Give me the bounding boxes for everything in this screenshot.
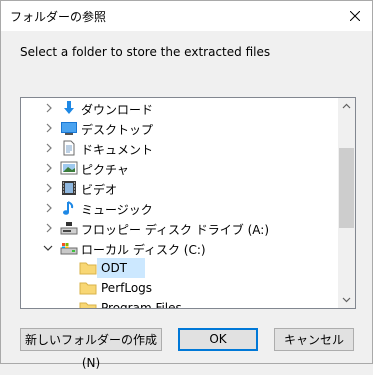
local-disk-icon [60,243,78,255]
documents-icon [63,140,75,156]
cancel-button[interactable]: キャンセル [274,328,354,351]
vertical-scrollbar[interactable] [338,98,355,308]
close-icon [350,11,360,21]
chevron-right-icon[interactable] [44,103,54,113]
folder-icon [79,262,97,275]
scroll-down-button[interactable] [338,291,355,308]
scrollbar-thumb[interactable] [339,148,354,228]
tree-item-floppy-drive[interactable]: フロッピー ディスク ドライブ (A:) [21,218,337,238]
chevron-down-icon[interactable] [43,243,53,253]
tree-item-desktop[interactable]: デスクトップ [21,118,337,138]
folder-icon [79,302,97,308]
tree-item-local-disk-c[interactable]: ローカル ディスク (C:) [21,238,337,258]
title-bar: フォルダーの参照 [1,1,372,31]
tree-item-odt[interactable]: ODT [21,258,337,278]
tree-item-downloads[interactable]: ダウンロード [21,98,337,118]
chevron-right-icon[interactable] [44,123,54,133]
floppy-drive-icon [60,222,78,235]
browse-folder-dialog: フォルダーの参照 Select a folder to store the ex… [0,0,373,370]
chevron-down-icon [342,297,351,303]
chevron-up-icon [342,103,351,109]
tree-item-videos[interactable]: ビデオ [21,178,337,198]
tree-item-label: ダウンロード [81,103,154,117]
tree-item-music[interactable]: ミュージック [21,198,337,218]
new-folder-button[interactable]: 新しいフォルダーの作成(N) [20,328,162,370]
tree-item-label: ドキュメント [81,143,154,157]
desktop-icon [61,122,77,135]
tree-item-documents[interactable]: ドキュメント [21,138,337,158]
tree-item-label: ミュージック [81,203,153,217]
chevron-right-icon[interactable] [44,203,54,213]
folder-icon [79,282,97,295]
chevron-right-icon[interactable] [44,163,54,173]
scroll-up-button[interactable] [338,98,355,115]
download-icon [64,101,74,114]
tree-item-perflogs[interactable]: PerfLogs [21,278,337,298]
chevron-right-icon[interactable] [44,143,54,153]
tree-item-label: デスクトップ [81,123,154,137]
music-icon [63,201,74,215]
folder-tree[interactable]: ダウンロード デスクトップ ドキュメント ピクチャ ビデオ ミュージック フロッ… [20,97,356,309]
pictures-icon [60,161,78,175]
dialog-title: フォルダーの参照 [10,10,107,24]
tree-item-label: ビデオ [81,183,118,197]
ok-button[interactable]: OK [178,328,258,351]
chevron-right-icon[interactable] [44,183,54,193]
tree-item-pictures[interactable]: ピクチャ [21,158,337,178]
tree-item-label: ピクチャ [81,163,129,177]
tree-item-label: フロッピー ディスク ドライブ (A:) [81,223,270,237]
tree-item-label: PerfLogs [101,281,153,295]
tree-item-label: ODT [101,261,128,275]
tree-item-label: Program Files [101,301,182,309]
instruction-text: Select a folder to store the extracted f… [20,45,271,59]
tree-item-label: ローカル ディスク (C:) [81,243,206,257]
close-button[interactable] [338,1,372,31]
tree-item-program-files[interactable]: Program Files [21,298,337,309]
videos-icon [62,181,76,195]
chevron-right-icon[interactable] [44,223,54,233]
